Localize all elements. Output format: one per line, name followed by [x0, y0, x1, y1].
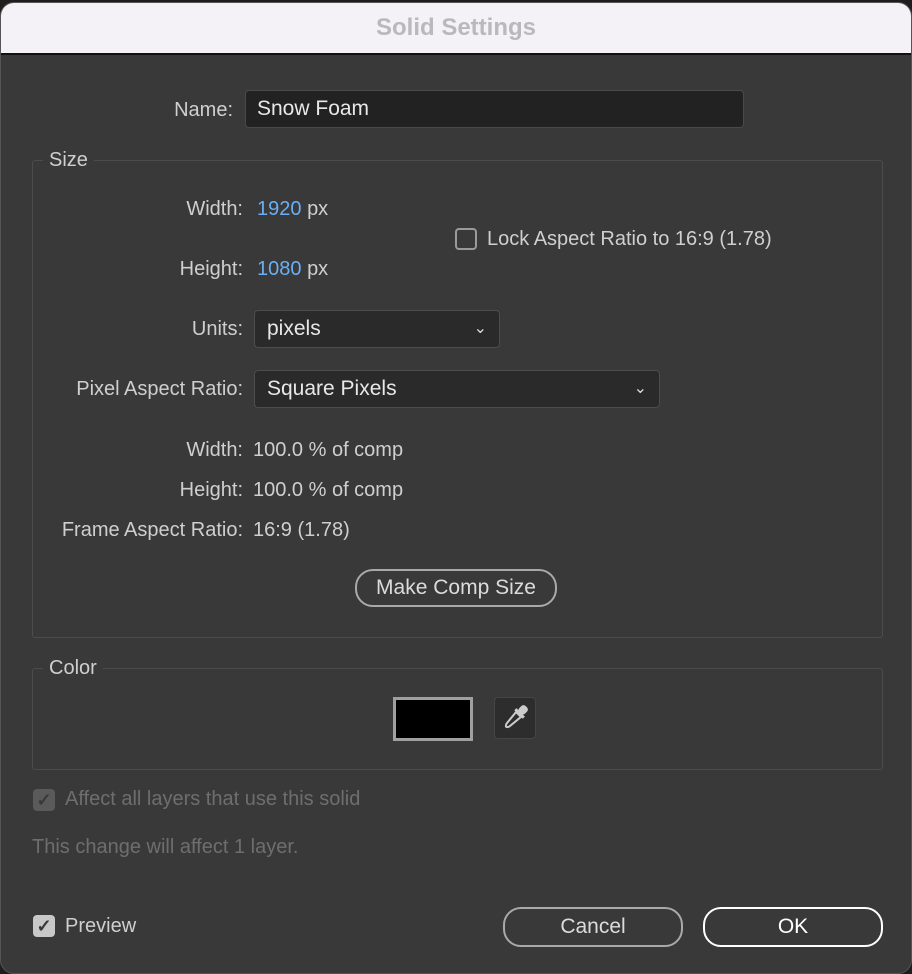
units-label: Units: [191, 318, 243, 340]
affect-all-label: Affect all layers that use this solid [65, 788, 361, 810]
preview-label: Preview [65, 915, 137, 937]
cancel-button[interactable]: Cancel [503, 907, 683, 947]
width-unit: px [307, 198, 329, 220]
ok-button[interactable]: OK [703, 907, 883, 947]
preview-checkbox[interactable]: ✓ [33, 915, 55, 937]
eyedropper-button[interactable] [494, 697, 536, 739]
width-label: Width: [186, 198, 243, 220]
color-swatch[interactable] [393, 697, 473, 741]
par-select[interactable]: Square Pixels ⌄ [254, 370, 660, 408]
eyedropper-icon [504, 705, 528, 729]
lock-aspect-checkbox[interactable] [455, 228, 477, 250]
units-value: pixels [267, 317, 321, 340]
height-pct-value: 100.0 % of comp [253, 479, 404, 501]
solid-settings-dialog: Solid Settings Name: Snow Foam Size Widt… [0, 2, 912, 974]
height-unit: px [307, 258, 329, 280]
far-label: Frame Aspect Ratio: [61, 519, 243, 541]
far-value: 16:9 (1.78) [253, 519, 350, 541]
dialog-title: Solid Settings [1, 3, 911, 55]
height-label: Height: [179, 258, 243, 280]
units-select[interactable]: pixels ⌄ [254, 310, 500, 348]
change-note: This change will affect 1 layer. [32, 836, 299, 858]
height-pct-label: Height: [179, 479, 243, 501]
size-group-title: Size [43, 149, 94, 172]
lock-aspect-label: Lock Aspect Ratio to 16:9 (1.78) [487, 228, 772, 250]
make-comp-size-button[interactable]: Make Comp Size [355, 569, 557, 607]
color-group-title: Color [43, 657, 103, 680]
height-value[interactable]: 1080 [257, 258, 302, 280]
par-label: Pixel Aspect Ratio: [76, 378, 243, 400]
affect-all-checkbox[interactable]: ✓ [33, 789, 55, 811]
name-input[interactable]: Snow Foam [245, 90, 744, 128]
par-value: Square Pixels [267, 377, 397, 400]
width-pct-label: Width: [186, 439, 243, 461]
name-label: Name: [174, 99, 233, 121]
width-value[interactable]: 1920 [257, 198, 302, 220]
chevron-down-icon: ⌄ [633, 380, 647, 397]
width-pct-value: 100.0 % of comp [253, 439, 404, 461]
chevron-down-icon: ⌄ [473, 320, 487, 337]
